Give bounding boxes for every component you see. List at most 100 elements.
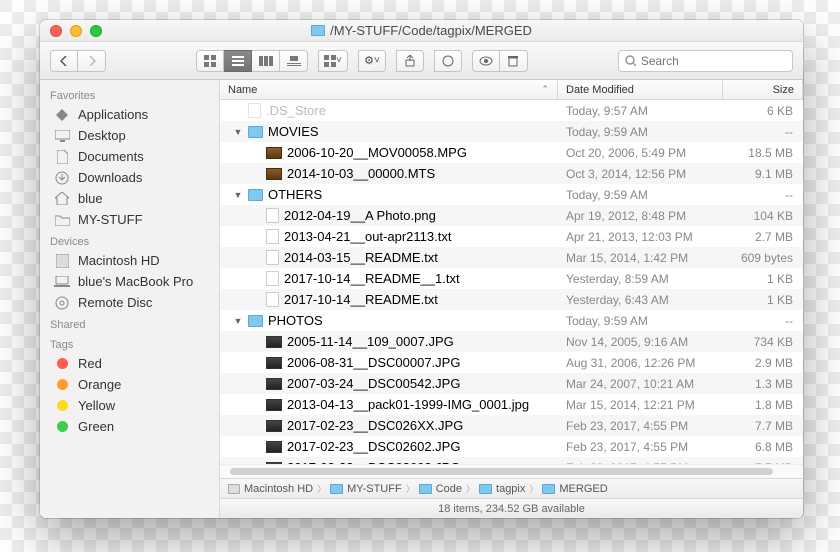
disclosure-triangle[interactable]: ▼ <box>233 127 243 137</box>
file-date: Today, 9:57 AM <box>558 104 723 118</box>
file-row[interactable]: 2013-04-13__pack01-1999-IMG_0001.jpgMar … <box>220 394 803 415</box>
folder-icon <box>479 484 492 494</box>
file-row[interactable]: 2017-02-23__DSC02603.JPGFeb 23, 2017, 4:… <box>220 457 803 464</box>
file-size: 18.5 MB <box>723 146 803 160</box>
file-list[interactable]: .DS_StoreToday, 9:57 AM6 KB▼MOVIESToday,… <box>220 100 803 464</box>
file-row[interactable]: 2012-04-19__A Photo.pngApr 19, 2012, 8:4… <box>220 205 803 226</box>
sidebar-item[interactable]: blue's MacBook Pro <box>40 271 219 292</box>
sidebar-item[interactable]: Remote Disc <box>40 292 219 313</box>
titlebar[interactable]: /MY-STUFF/Code/tagpix/MERGED <box>40 20 803 42</box>
sidebar[interactable]: FavoritesApplicationsDesktopDocumentsDow… <box>40 80 220 518</box>
file-row[interactable]: 2007-03-24__DSC00542.JPGMar 24, 2007, 10… <box>220 373 803 394</box>
sidebar-item-label: MY-STUFF <box>78 212 143 227</box>
sidebar-item[interactable]: Macintosh HD <box>40 250 219 271</box>
movie-icon <box>266 168 282 180</box>
sidebar-item-label: Desktop <box>78 128 126 143</box>
file-name: 2013-04-21__out-apr2113.txt <box>284 229 451 244</box>
view-icon-button[interactable] <box>196 50 224 72</box>
sidebar-item[interactable]: Orange <box>40 374 219 395</box>
file-name: 2012-04-19__A Photo.png <box>284 208 436 223</box>
view-column-button[interactable] <box>252 50 280 72</box>
tag-dot-icon <box>54 357 70 371</box>
folder-icon <box>248 126 263 138</box>
status-bar: 18 items, 234.52 GB available <box>220 498 803 518</box>
path-bar[interactable]: Macintosh HD〉MY-STUFF〉Code〉tagpix〉MERGED <box>220 478 803 498</box>
file-row[interactable]: 2006-10-20__MOV00058.MPGOct 20, 2006, 5:… <box>220 142 803 163</box>
file-row[interactable]: ▼PHOTOSToday, 9:59 AM-- <box>220 310 803 331</box>
sidebar-item[interactable]: blue <box>40 188 219 209</box>
file-date: Aug 31, 2006, 12:26 PM <box>558 356 723 370</box>
file-name: MOVIES <box>268 124 319 139</box>
action-button[interactable]: ⚙ ˅ <box>358 50 386 72</box>
trash-button[interactable] <box>500 50 528 72</box>
forward-button[interactable] <box>78 50 106 72</box>
column-name[interactable]: Name⌃ <box>220 80 558 99</box>
file-row[interactable]: 2014-10-03__00000.MTSOct 3, 2014, 12:56 … <box>220 163 803 184</box>
sidebar-item[interactable]: Documents <box>40 146 219 167</box>
sidebar-item[interactable]: Green <box>40 416 219 437</box>
disclosure-triangle[interactable]: ▼ <box>233 190 243 200</box>
file-name: .DS_Store <box>266 103 326 118</box>
sidebar-item-label: Documents <box>78 149 144 164</box>
file-size: -- <box>723 125 803 139</box>
file-size: 9.1 MB <box>723 167 803 181</box>
sidebar-item[interactable]: Desktop <box>40 125 219 146</box>
view-list-button[interactable] <box>224 50 252 72</box>
sidebar-item[interactable]: Yellow <box>40 395 219 416</box>
file-size: 6.8 MB <box>723 440 803 454</box>
file-row[interactable]: ▼OTHERSToday, 9:59 AM-- <box>220 184 803 205</box>
path-segment[interactable]: MY-STUFF <box>330 483 402 495</box>
file-row[interactable]: ▼ MOVIES Today, 9:59 AM-- <box>220 121 803 142</box>
view-buttons <box>196 50 308 72</box>
file-row[interactable]: 2017-02-23__DSC026XX.JPGFeb 23, 2017, 4:… <box>220 415 803 436</box>
arrange-button[interactable]: ˅ <box>318 50 348 72</box>
share-button[interactable] <box>396 50 424 72</box>
horizontal-scrollbar[interactable] <box>220 464 803 478</box>
file-size: 1.3 MB <box>723 377 803 391</box>
disclosure-triangle[interactable]: ▼ <box>233 316 243 326</box>
file-date: Today, 9:59 AM <box>558 125 723 139</box>
file-date: Feb 23, 2017, 4:55 PM <box>558 440 723 454</box>
file-row[interactable]: 2013-04-21__out-apr2113.txtApr 21, 2013,… <box>220 226 803 247</box>
file-row[interactable]: 2014-03-15__README.txtMar 15, 2014, 1:42… <box>220 247 803 268</box>
file-size: 1 KB <box>723 293 803 307</box>
path-label: tagpix <box>496 483 525 495</box>
sidebar-item[interactable]: Applications <box>40 104 219 125</box>
file-row[interactable]: 2017-10-14__README__1.txtYesterday, 8:59… <box>220 268 803 289</box>
share-icon <box>404 55 416 67</box>
path-label: MERGED <box>559 483 607 495</box>
folder-icon <box>542 484 555 494</box>
folder-icon <box>330 484 343 494</box>
file-size: 734 KB <box>723 335 803 349</box>
sidebar-item[interactable]: MY-STUFF <box>40 209 219 230</box>
tags-button[interactable] <box>434 50 462 72</box>
file-size: 2.9 MB <box>723 356 803 370</box>
path-segment[interactable]: Macintosh HD <box>228 483 313 495</box>
back-button[interactable] <box>50 50 78 72</box>
file-name: OTHERS <box>268 187 322 202</box>
file-row[interactable]: 2017-10-14__README.txtYesterday, 6:43 AM… <box>220 289 803 310</box>
sidebar-item-label: Yellow <box>78 398 115 413</box>
file-row[interactable]: 2005-11-14__109_0007.JPGNov 14, 2005, 9:… <box>220 331 803 352</box>
eye-icon <box>479 56 493 66</box>
path-segment[interactable]: Code <box>419 483 462 495</box>
search-input[interactable] <box>641 54 786 68</box>
column-date[interactable]: Date Modified <box>558 80 723 99</box>
sidebar-item[interactable]: Downloads <box>40 167 219 188</box>
view-coverflow-button[interactable] <box>280 50 308 72</box>
column-size[interactable]: Size <box>723 80 803 99</box>
file-row[interactable]: 2006-08-31__DSC00007.JPGAug 31, 2006, 12… <box>220 352 803 373</box>
hdd-icon <box>228 484 240 494</box>
search-icon <box>625 55 636 67</box>
path-segment[interactable]: MERGED <box>542 483 607 495</box>
hdd-icon <box>54 254 70 268</box>
path-segment[interactable]: tagpix <box>479 483 525 495</box>
file-name: 2017-02-23__DSC02602.JPG <box>287 439 460 454</box>
quicklook-button[interactable] <box>472 50 500 72</box>
file-row[interactable]: 2017-02-23__DSC02602.JPG Feb 23, 2017, 4:… <box>220 436 803 457</box>
sidebar-item[interactable]: Red <box>40 353 219 374</box>
file-name: 2013-04-13__pack01-1999-IMG_0001.jpg <box>287 397 529 412</box>
file-row[interactable]: .DS_StoreToday, 9:57 AM6 KB <box>220 100 803 121</box>
search-field[interactable] <box>618 50 793 72</box>
folder-icon <box>311 25 325 36</box>
